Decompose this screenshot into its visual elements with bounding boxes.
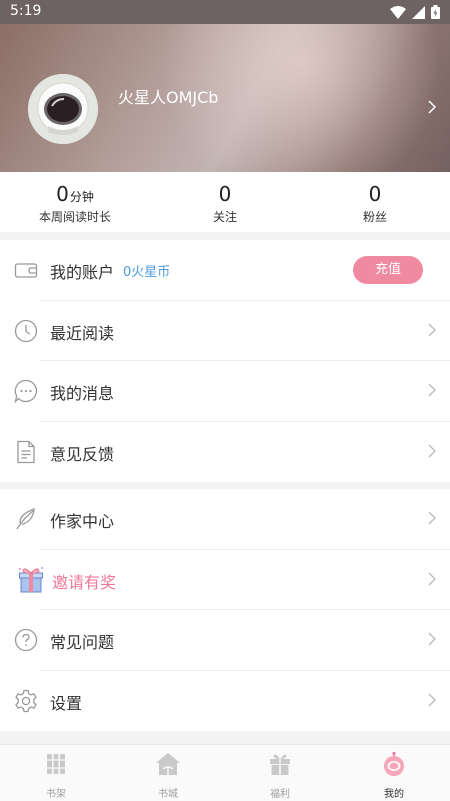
coin-balance: 0火星币 [123,265,171,280]
signal-icon [412,5,425,19]
stat-reading-time[interactable]: 0分钟 本周阅读时长 [0,182,150,225]
menu-item-recent-reading[interactable]: 最近阅读 [0,301,450,361]
menu-item-invite[interactable]: 邀请有奖 [0,550,450,610]
tab-welfare[interactable]: 福利 [224,751,336,800]
bookshelf-icon [47,754,65,774]
chevron-right-icon [428,323,436,336]
menu-item-faq-label: 常见问题 [50,633,115,652]
wifi-icon [390,5,406,19]
status-icons [390,4,440,20]
menu-item-faq[interactable]: 常见问题 [0,610,450,671]
gift-icon [19,566,43,592]
stat-following-label: 关注 [212,210,237,224]
tab-welfare-label: 福利 [270,789,290,800]
menu-item-author-center[interactable]: 作家中心 [0,489,450,550]
astronaut-helmet-icon [384,751,404,776]
stat-reading-time-value: 0 [56,182,69,206]
menu-item-account-label: 我的账户 [50,263,115,282]
menu-item-messages[interactable]: 我的消息 [0,361,450,422]
chevron-right-icon [428,632,436,646]
profile-header[interactable]: 火星人OMJCb [0,24,450,172]
stat-reading-time-unit: 分钟 [69,190,94,204]
stat-following-value: 0 [218,182,232,206]
gear-icon [15,689,37,712]
gift-box-icon [270,754,290,775]
stat-fans[interactable]: 0 粉丝 [300,182,450,225]
astronaut-avatar-icon [28,74,98,144]
recharge-button[interactable]: 充值 [353,256,423,284]
chevron-right-icon [428,693,436,706]
menu-item-recent-reading-label: 最近阅读 [50,323,115,343]
status-time: 5:19 [10,3,42,19]
status-bar: 5:19 [0,0,450,24]
menu-group-account: 我的账户 0火星币 充值 最近阅读 我的消息 意见反馈 [0,240,450,482]
tab-bookshelf[interactable]: 书架 [0,751,112,800]
chevron-right-icon [428,383,436,397]
menu-item-settings-label: 设置 [50,693,83,713]
stat-reading-time-label: 本周阅读时长 [38,210,111,224]
chat-bubble-icon [14,379,38,403]
chevron-right-icon [428,572,436,585]
tab-bookstore-label: 书城 [158,789,178,800]
menu-item-author-center-label: 作家中心 [50,512,115,531]
tab-mine[interactable]: 我的 [338,751,450,800]
tab-bookstore[interactable]: 书城 [112,751,224,800]
wallet-icon [14,263,38,278]
stat-fans-label: 粉丝 [362,210,387,224]
bottom-tab-bar: 书架 书城 福利 我的 [0,744,450,801]
username: 火星人OMJCb [118,88,219,107]
stat-following[interactable]: 0 关注 [150,182,300,225]
tab-bookshelf-label: 书架 [46,789,66,800]
menu-item-feedback[interactable]: 意见反馈 [0,422,450,483]
stat-fans-value: 0 [368,182,382,206]
menu-group-more: 作家中心 邀请有奖 常见问题 设置 [0,489,450,731]
stats-bar: 0分钟 本周阅读时长 0 关注 0 粉丝 [0,172,450,232]
document-icon [17,440,35,463]
avatar[interactable] [28,74,98,144]
clock-icon [14,319,38,342]
chevron-right-icon [428,511,436,525]
store-icon [156,753,180,775]
menu-item-settings[interactable]: 设置 [0,671,450,732]
menu-item-account[interactable]: 我的账户 0火星币 充值 [0,240,450,301]
menu-item-invite-label: 邀请有奖 [52,572,117,592]
menu-item-messages-label: 我的消息 [50,384,115,403]
feather-icon [16,508,35,530]
tab-mine-label: 我的 [384,789,404,800]
chevron-right-icon[interactable] [428,100,436,114]
menu-item-feedback-label: 意见反馈 [50,444,115,464]
chevron-right-icon [428,444,436,457]
battery-icon [431,5,440,19]
question-circle-icon [14,628,38,652]
